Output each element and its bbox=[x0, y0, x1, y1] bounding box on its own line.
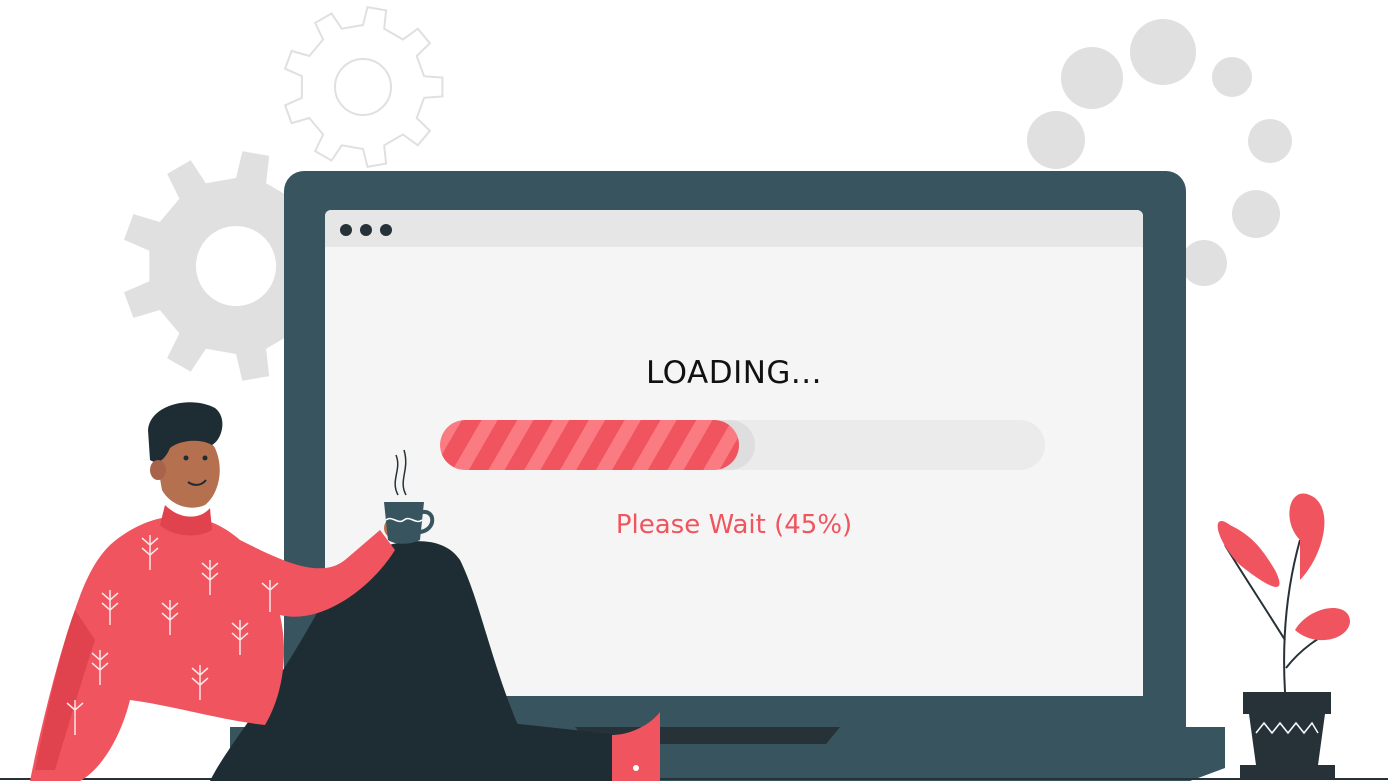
plant-icon bbox=[1217, 493, 1350, 779]
illustration bbox=[0, 402, 1388, 781]
coffee-cup-icon bbox=[384, 449, 435, 544]
person-illustration bbox=[30, 402, 660, 781]
